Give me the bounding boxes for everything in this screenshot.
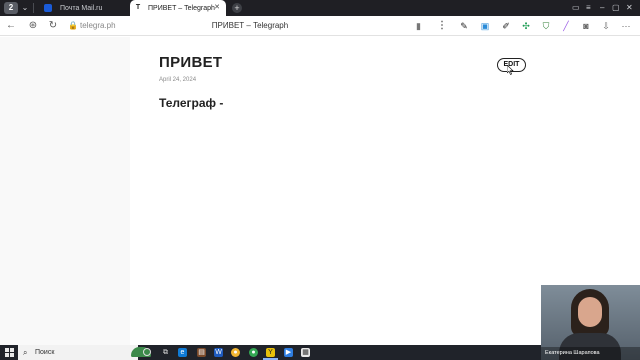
windows-taskbar: ⌕ Поиск ⧉ e ▤ W ● ● Y ▶ ▦ [0, 345, 541, 360]
telegraph-icon: T [135, 4, 141, 11]
tab-title: Почта Mail.ru [60, 4, 103, 12]
extensions-menu-icon[interactable]: ⋯ [620, 20, 632, 32]
word-icon[interactable]: W [214, 348, 223, 357]
pen-tool-icon[interactable]: ✎ [458, 20, 470, 32]
lock-icon[interactable]: 🔒 [67, 20, 79, 32]
shield-extension-icon[interactable]: ⛉ [540, 20, 552, 32]
leaf-extension-icon[interactable]: ✣ [520, 20, 532, 32]
profile-badge[interactable]: 2 [4, 2, 18, 14]
new-tab-button[interactable]: + [232, 3, 242, 13]
tab-mail-ru[interactable]: Почта Mail.ru [40, 0, 128, 16]
presenter-name-caption: Екатерина Шарапова [541, 347, 640, 360]
yandex-browser-icon[interactable]: Y [266, 348, 275, 357]
edit-extension-icon[interactable]: ✐ [500, 20, 512, 32]
minimize-icon[interactable]: – [600, 2, 604, 14]
close-tab-icon[interactable]: ✕ [214, 3, 220, 11]
chrome-canary-icon[interactable]: ● [231, 348, 240, 357]
left-margin [0, 37, 130, 345]
search-icon: ⌕ [23, 348, 28, 357]
page-title-in-omnibox: ПРИВЕТ – Telegraph [211, 21, 289, 30]
reload-icon[interactable]: ↻ [47, 20, 59, 32]
tab-divider [33, 3, 34, 13]
cortana-icon[interactable] [143, 348, 151, 356]
tab-title: ПРИВЕТ – Telegraph [148, 4, 215, 12]
maximize-icon[interactable]: ▢ [612, 2, 620, 14]
article-body[interactable]: Телеграф - [159, 96, 223, 110]
store-icon[interactable]: ▦ [301, 348, 310, 357]
edge-icon[interactable]: e [178, 348, 187, 357]
brush-extension-icon[interactable]: ╱ [560, 20, 572, 32]
webcam-overlay: Екатерина Шарапова [541, 285, 640, 360]
tabs-menu-chevron-icon[interactable]: ⌄ [20, 2, 30, 14]
yandex-home-icon[interactable]: ⊛ [27, 20, 39, 32]
browser-toolbar: ← ⊛ ↻ 🔒 telegra.ph ПРИВЕТ – Telegraph ▮ … [0, 16, 640, 36]
file-explorer-icon[interactable]: ▤ [197, 348, 206, 357]
window-menu-icon[interactable]: ≡ [586, 2, 591, 14]
bookmark-icon[interactable]: ▮ [416, 20, 421, 32]
search-placeholder: Поиск [35, 349, 55, 356]
url-field[interactable]: telegra.ph [80, 20, 116, 32]
more-options-icon[interactable]: ⋮ [437, 20, 447, 32]
task-view-icon[interactable]: ⧉ [161, 348, 170, 357]
notes-extension-icon[interactable]: ▣ [479, 20, 491, 32]
download-icon[interactable]: ⇩ [600, 20, 612, 32]
tab-telegraph[interactable]: T ПРИВЕТ – Telegraph ✕ [130, 0, 226, 16]
bookmarks-panel-icon[interactable]: ▭ [572, 2, 580, 14]
article-title: ПРИВЕТ [159, 54, 223, 71]
article-date: April 24, 2024 [159, 77, 197, 83]
chrome-icon[interactable]: ● [249, 348, 258, 357]
mouse-cursor-icon [507, 65, 514, 75]
mail-ru-icon [44, 4, 52, 12]
browser-tab-strip: 2 ⌄ Почта Mail.ru T ПРИВЕТ – Telegraph ✕… [0, 0, 640, 16]
windows-start-icon[interactable] [5, 348, 14, 357]
taskbar-search-box[interactable]: ⌕ Поиск [18, 345, 151, 360]
back-arrow-icon[interactable]: ← [5, 20, 17, 32]
zoom-icon[interactable]: ▶ [284, 348, 293, 357]
presenter-face [578, 297, 602, 327]
camera-icon[interactable]: ◙ [580, 20, 592, 32]
close-window-icon[interactable]: ✕ [626, 2, 633, 14]
